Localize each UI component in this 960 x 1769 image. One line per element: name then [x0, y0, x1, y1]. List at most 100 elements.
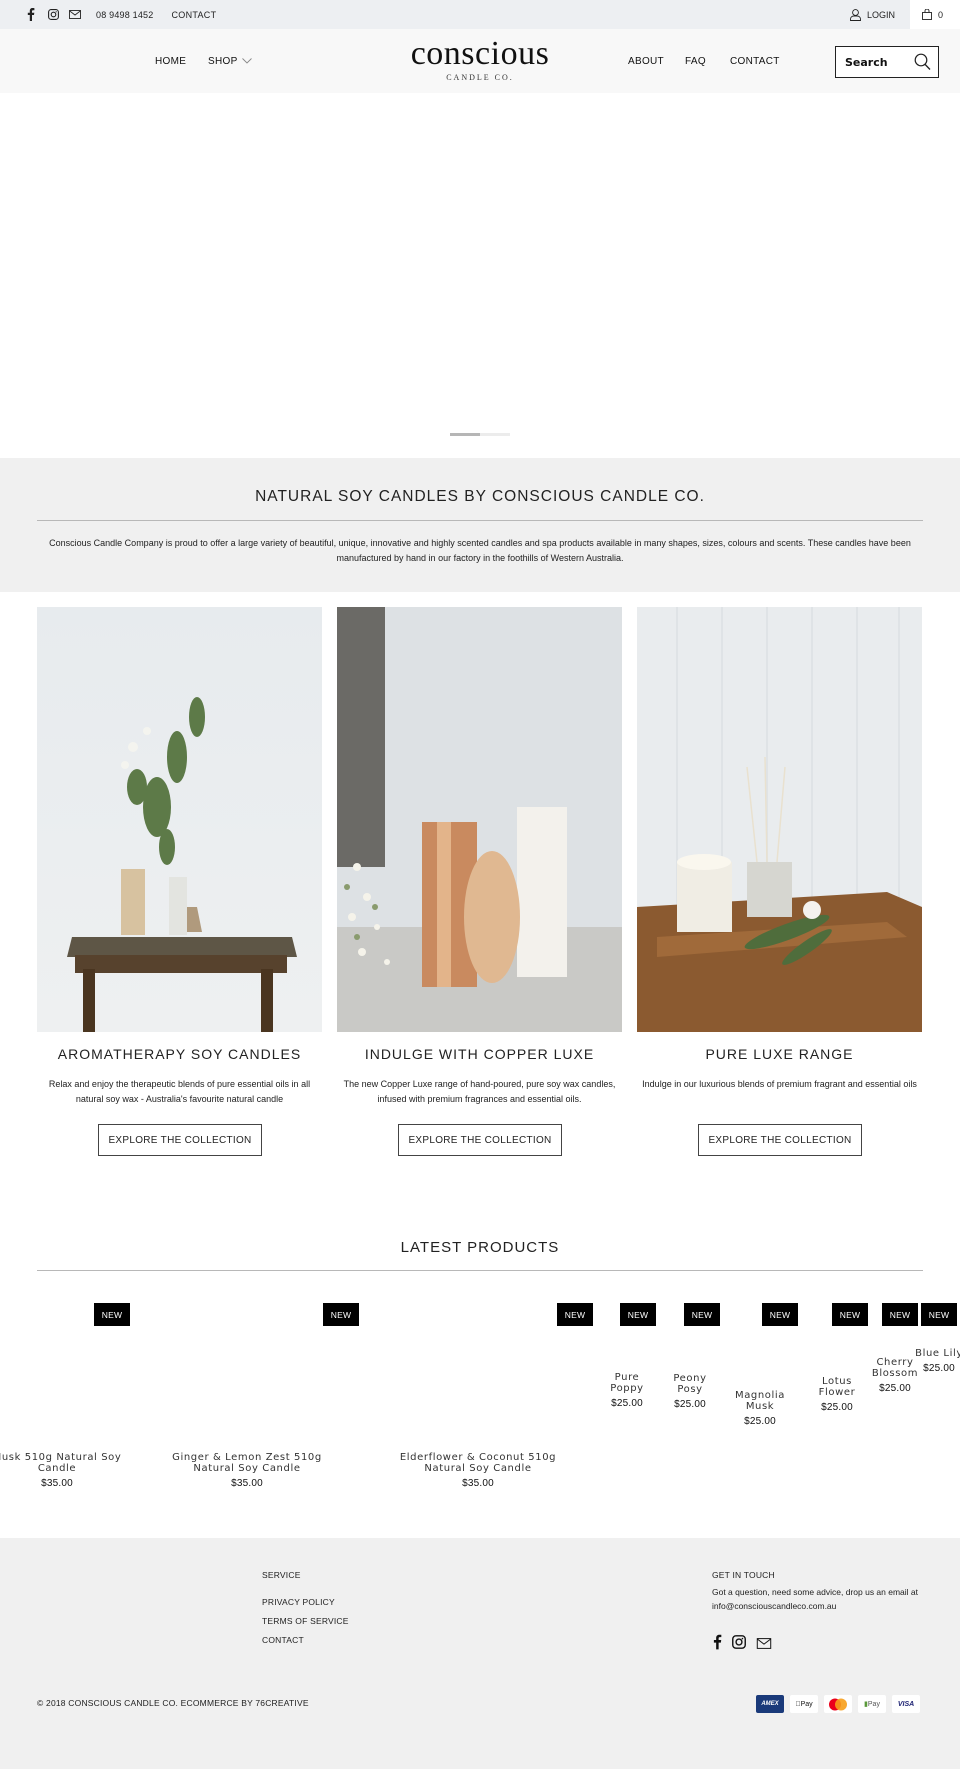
nav-shop[interactable]: SHOP — [208, 29, 252, 93]
product-price: $25.00 — [821, 1402, 853, 1413]
new-badge: NEW — [684, 1303, 720, 1326]
search-input[interactable] — [845, 55, 915, 69]
email-icon[interactable] — [64, 0, 86, 29]
phone-number[interactable]: 08 9498 1452 — [96, 10, 153, 20]
product-price: $25.00 — [879, 1383, 911, 1394]
collection-text: The new Copper Luxe range of hand-poured… — [343, 1079, 616, 1104]
nav-faq[interactable]: FAQ — [685, 29, 706, 93]
amex-icon: AMEX — [756, 1695, 784, 1713]
footer-link-contact[interactable]: CONTACT — [262, 1635, 304, 1645]
product-card[interactable]: Elderflower & Coconut 510g Natural Soy C… — [378, 1452, 578, 1489]
nav-shop-label: SHOP — [208, 55, 238, 67]
product-card[interactable]: Musk 510g Natural Soy Candle $35.00 — [0, 1452, 134, 1489]
product-card[interactable]: Magnolia Musk $25.00 — [727, 1390, 793, 1427]
facebook-icon[interactable] — [20, 0, 42, 29]
product-name[interactable]: Magnolia Musk — [727, 1390, 793, 1412]
footer-touch-text: Got a question, need some advice, drop u… — [712, 1587, 919, 1611]
product-card[interactable]: Pure Poppy $25.00 — [602, 1372, 652, 1409]
cart-button[interactable]: 0 — [910, 0, 960, 29]
shopify-pay-icon: ▮ Pay — [858, 1695, 886, 1713]
nav-home[interactable]: HOME — [155, 29, 186, 93]
product-name[interactable]: Cherry Blossom — [870, 1357, 920, 1379]
visa-icon: VISA — [892, 1695, 920, 1713]
user-icon — [850, 8, 861, 21]
new-badge: NEW — [557, 1303, 593, 1326]
footer: SERVICE PRIVACY POLICY TERMS OF SERVICE … — [0, 1538, 960, 1769]
product-price: $25.00 — [674, 1399, 706, 1410]
footer-link-terms[interactable]: TERMS OF SERVICE — [262, 1616, 349, 1626]
collection-card: PURE LUXE RANGE Indulge in our luxurious… — [637, 607, 922, 1156]
payment-icons: AMEX Pay ▮Pay VISA — [756, 1695, 920, 1713]
footer-service-title: SERVICE — [262, 1570, 301, 1580]
collection-image[interactable] — [37, 607, 322, 1032]
top-contact-link[interactable]: CONTACT — [171, 10, 216, 20]
intro-section: NATURAL SOY CANDLES BY CONSCIOUS CANDLE … — [0, 458, 960, 592]
product-name[interactable]: Peony Posy — [665, 1373, 715, 1395]
new-badge: NEW — [94, 1303, 130, 1326]
instagram-icon[interactable] — [42, 0, 64, 29]
mastercard-icon — [824, 1695, 852, 1713]
new-badge: NEW — [620, 1303, 656, 1326]
shopping-bag-icon — [922, 9, 932, 20]
footer-touch-title: GET IN TOUCH — [712, 1570, 775, 1580]
product-price: $25.00 — [923, 1363, 955, 1374]
cart-count: 0 — [938, 9, 944, 20]
explore-collection-button[interactable]: EXPLORE THE COLLECTION — [398, 1124, 562, 1156]
top-bar: 08 9498 1452 CONTACT LOGIN 0 — [0, 0, 960, 29]
product-price: $25.00 — [744, 1416, 776, 1427]
nav-contact[interactable]: CONTACT — [730, 29, 780, 93]
collection-title: AROMATHERAPY SOY CANDLES — [57, 1046, 302, 1062]
divider — [37, 520, 923, 521]
product-name[interactable]: Lotus Flower — [812, 1376, 862, 1398]
collection-title: INDULGE WITH COPPER LUXE — [364, 1046, 595, 1062]
footer-social — [713, 1634, 772, 1655]
new-badge: NEW — [323, 1303, 359, 1326]
email-icon[interactable] — [756, 1636, 772, 1654]
copyright: © 2018 CONSCIOUS CANDLE CO. ECOMMERCE BY… — [37, 1698, 309, 1708]
main-header: HOME SHOP conscious CANDLE CO. ABOUT FAQ… — [0, 29, 960, 93]
explore-collection-button[interactable]: EXPLORE THE COLLECTION — [698, 1124, 862, 1156]
collection-image[interactable] — [637, 607, 922, 1032]
collection-text: Indulge in our luxurious blends of premi… — [642, 1079, 917, 1089]
product-name[interactable]: Elderflower & Coconut 510g Natural Soy C… — [378, 1452, 578, 1474]
product-price: $35.00 — [462, 1478, 494, 1489]
product-name[interactable]: Pure Poppy — [602, 1372, 652, 1394]
apple-pay-icon: Pay — [790, 1695, 818, 1713]
collection-card: INDULGE WITH COPPER LUXE The new Copper … — [337, 607, 622, 1156]
new-badge: NEW — [921, 1303, 957, 1326]
product-price: $25.00 — [611, 1398, 643, 1409]
product-price: $35.00 — [231, 1478, 263, 1489]
divider — [37, 1270, 923, 1271]
intro-title: NATURAL SOY CANDLES BY CONSCIOUS CANDLE … — [255, 488, 705, 505]
product-card[interactable]: Blue Lily $25.00 — [915, 1348, 960, 1374]
product-name[interactable]: Musk 510g Natural Soy Candle — [0, 1452, 134, 1474]
product-card[interactable]: Lotus Flower $25.00 — [812, 1376, 862, 1413]
slider-progress[interactable] — [450, 433, 510, 436]
new-badge: NEW — [762, 1303, 798, 1326]
latest-products-title: LATEST PRODUCTS — [400, 1239, 560, 1256]
footer-link-privacy[interactable]: PRIVACY POLICY — [262, 1597, 335, 1607]
hero-slider — [0, 93, 960, 458]
chevron-down-icon — [241, 58, 252, 64]
intro-text: Conscious Candle Company is proud to off… — [49, 538, 911, 563]
search-box[interactable] — [835, 46, 939, 78]
product-name[interactable]: Ginger & Lemon Zest 510g Natural Soy Can… — [152, 1452, 342, 1474]
product-card[interactable]: Cherry Blossom $25.00 — [870, 1357, 920, 1394]
slider-progress-fill — [450, 433, 480, 436]
instagram-icon[interactable] — [732, 1635, 746, 1654]
explore-collection-button[interactable]: EXPLORE THE COLLECTION — [98, 1124, 262, 1156]
product-name[interactable]: Blue Lily — [915, 1348, 960, 1359]
logo[interactable]: conscious CANDLE CO. — [400, 37, 560, 83]
search-icon[interactable] — [914, 53, 931, 71]
logo-subtitle: CANDLE CO. — [446, 73, 514, 82]
nav-about[interactable]: ABOUT — [628, 29, 664, 93]
new-badge: NEW — [832, 1303, 868, 1326]
product-card[interactable]: Peony Posy $25.00 — [665, 1373, 715, 1410]
login-label: LOGIN — [867, 9, 896, 20]
collection-card: AROMATHERAPY SOY CANDLES Relax and enjoy… — [37, 607, 322, 1156]
facebook-icon[interactable] — [713, 1634, 722, 1655]
collection-image[interactable] — [337, 607, 622, 1032]
new-badge: NEW — [882, 1303, 918, 1326]
product-card[interactable]: Ginger & Lemon Zest 510g Natural Soy Can… — [152, 1452, 342, 1489]
login-link[interactable]: LOGIN — [850, 0, 895, 29]
